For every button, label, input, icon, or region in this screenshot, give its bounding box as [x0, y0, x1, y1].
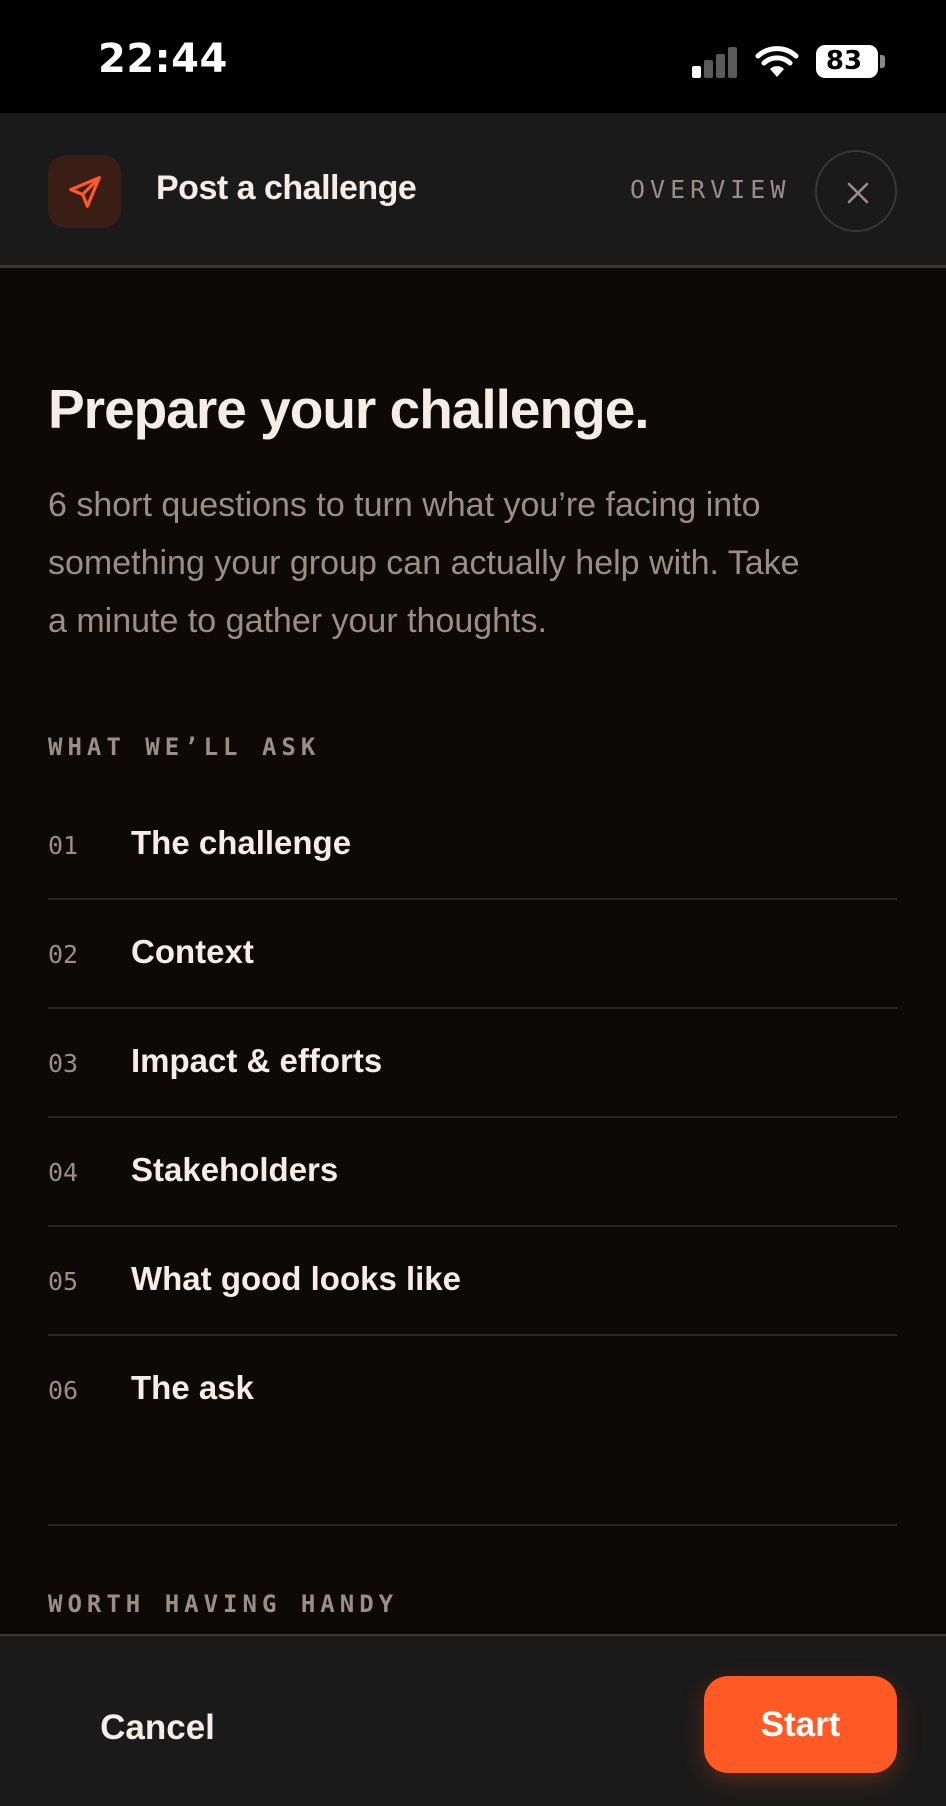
close-button[interactable] [815, 150, 897, 232]
battery-tip [880, 55, 885, 68]
list-item: 06 The ask [48, 1336, 897, 1445]
list-item-label: The ask [131, 1369, 254, 1406]
list-item: 02 Context [48, 900, 897, 1009]
list-item: 01 The challenge [48, 791, 897, 900]
header-title: Post a challenge [156, 169, 417, 207]
list-item-label: What good looks like [131, 1260, 462, 1297]
status-time: 22:44 [98, 36, 228, 82]
page-title: Prepare your challenge. [48, 378, 650, 440]
list-item-number: 03 [48, 1049, 79, 1078]
send-icon [48, 155, 121, 228]
battery-icon: 83 [816, 45, 878, 78]
close-icon [847, 182, 869, 204]
section-label-handy: WORTH HAVING HANDY [48, 1590, 399, 1618]
battery-level: 83 [825, 46, 863, 76]
list-item: 05 What good looks like [48, 1227, 897, 1336]
cancel-button[interactable]: Cancel [60, 1680, 255, 1776]
list-item-number: 06 [48, 1376, 79, 1405]
list-item-label: Stakeholders [131, 1151, 339, 1188]
section-label-ask: WHAT WE’LL ASK [48, 733, 321, 761]
status-bar: 22:44 83 [0, 0, 946, 113]
wifi-icon [755, 44, 799, 78]
start-button[interactable]: Start [704, 1676, 897, 1773]
section-divider [48, 1524, 897, 1526]
list-item: 04 Stakeholders [48, 1118, 897, 1227]
footer: Cancel Start [0, 1634, 946, 1806]
list-item: 03 Impact & efforts [48, 1009, 897, 1118]
questions-list: 01 The challenge 02 Context 03 Impact & … [48, 791, 897, 1445]
step-label: OVERVIEW [630, 175, 791, 204]
list-item-number: 05 [48, 1267, 79, 1296]
list-item-number: 02 [48, 940, 79, 969]
list-item-label: Impact & efforts [131, 1042, 383, 1079]
page-description: 6 short questions to turn what you’re fa… [48, 486, 800, 640]
list-item-label: The challenge [131, 824, 352, 861]
list-item-label: Context [131, 933, 254, 970]
list-item-number: 04 [48, 1158, 79, 1187]
list-item-number: 01 [48, 831, 79, 860]
main-content[interactable]: Prepare your challenge. 6 short question… [0, 271, 946, 1634]
header: Post a challenge OVERVIEW [0, 113, 946, 268]
cellular-signal-icon [690, 46, 740, 78]
